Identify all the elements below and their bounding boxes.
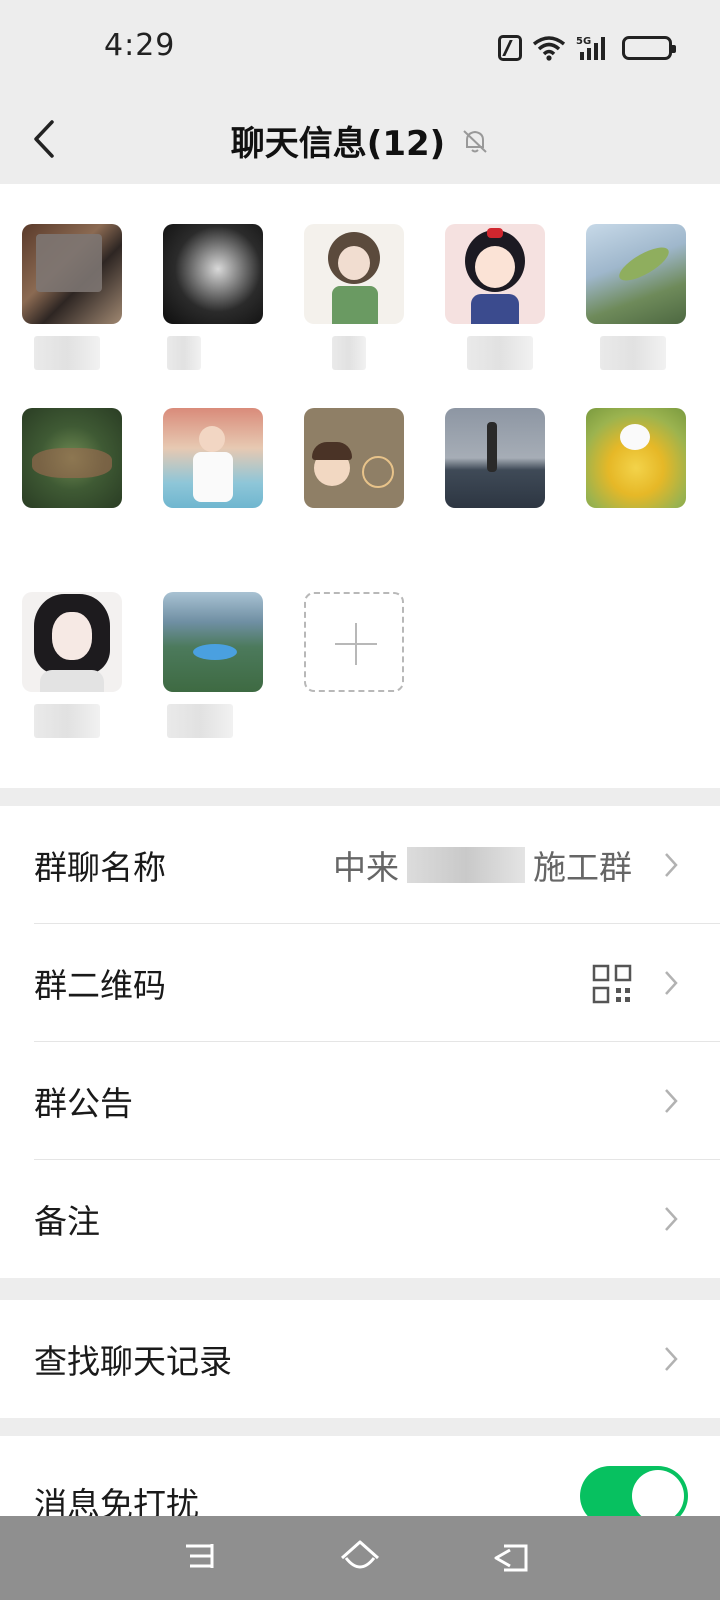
menu-icon[interactable] [180, 1536, 224, 1580]
member-item[interactable] [304, 408, 404, 554]
group-name-redacted [407, 847, 525, 883]
add-member-button[interactable] [304, 592, 404, 692]
nfc-icon [498, 35, 522, 61]
status-bar: 4:29 5G [0, 0, 720, 96]
group-name-value: 中来 施工群 [333, 841, 632, 889]
member-avatar[interactable] [163, 408, 263, 508]
remark-row[interactable]: 备注 [0, 1160, 720, 1278]
member-item[interactable] [445, 224, 545, 370]
mute-section: 消息免打扰 [0, 1436, 720, 1516]
cellular-signal-icon: 5G [576, 36, 605, 60]
member-item[interactable] [586, 408, 686, 554]
member-item[interactable] [445, 408, 545, 554]
system-nav-bar [0, 1516, 720, 1600]
remark-label: 备注 [34, 1202, 100, 1241]
member-item[interactable] [163, 408, 263, 554]
wifi-icon [532, 36, 566, 61]
member-avatar[interactable] [445, 408, 545, 508]
group-name-label: 群聊名称 [34, 848, 166, 887]
member-avatar[interactable] [445, 224, 545, 324]
member-item[interactable] [163, 592, 263, 738]
member-avatar[interactable] [22, 592, 122, 692]
member-item[interactable] [22, 592, 122, 738]
group-notice-row[interactable]: 群公告 [0, 1042, 720, 1160]
mute-bell-icon [463, 129, 487, 153]
chevron-right-icon [665, 853, 678, 877]
group-name-suffix: 施工群 [533, 848, 632, 887]
group-name-prefix: 中来 [333, 848, 399, 887]
member-avatar[interactable] [586, 224, 686, 324]
member-name-blurred [34, 704, 100, 738]
member-avatar[interactable] [22, 408, 122, 508]
page-title: 聊天信息(12) [230, 124, 446, 164]
member-item[interactable] [22, 224, 122, 370]
mute-toggle[interactable] [580, 1466, 688, 1516]
chevron-right-icon [665, 1347, 678, 1371]
battery-icon [622, 36, 676, 60]
member-name-blurred [34, 336, 100, 370]
header: 聊天信息(12) [0, 96, 720, 184]
members-panel [0, 184, 720, 788]
chevron-right-icon [665, 971, 678, 995]
member-name-blurred [167, 336, 201, 370]
member-item[interactable] [586, 224, 686, 370]
member-avatar[interactable] [304, 224, 404, 324]
status-time: 4:29 [104, 28, 176, 63]
group-name-row[interactable]: 群聊名称 中来 施工群 [0, 806, 720, 924]
member-avatar[interactable] [304, 408, 404, 508]
mute-row: 消息免打扰 [0, 1436, 720, 1516]
member-item[interactable] [22, 408, 122, 554]
group-qr-label: 群二维码 [34, 966, 166, 1005]
mute-label: 消息免打扰 [34, 1485, 199, 1516]
chevron-right-icon [665, 1089, 678, 1113]
qr-code-icon [592, 964, 632, 1004]
search-history-row[interactable]: 查找聊天记录 [0, 1300, 720, 1418]
toggle-knob [632, 1470, 684, 1516]
network-type: 5G [576, 36, 591, 47]
member-item[interactable] [163, 224, 263, 370]
member-avatar[interactable] [586, 408, 686, 508]
home-icon[interactable] [338, 1536, 382, 1580]
group-info-section: 群聊名称 中来 施工群 群二维码 群公告 备注 [0, 806, 720, 1278]
search-history-label: 查找聊天记录 [34, 1342, 232, 1381]
status-icons: 5G [498, 30, 676, 66]
member-item[interactable] [304, 224, 404, 370]
group-qr-row[interactable]: 群二维码 [0, 924, 720, 1042]
member-name-blurred [167, 704, 233, 738]
member-name-blurred [600, 336, 666, 370]
member-avatar[interactable] [163, 592, 263, 692]
member-name-blurred [332, 336, 366, 370]
member-avatar[interactable] [22, 224, 122, 324]
member-avatar[interactable] [163, 224, 263, 324]
member-name-blurred [467, 336, 533, 370]
group-notice-label: 群公告 [34, 1084, 133, 1123]
search-section: 查找聊天记录 [0, 1300, 720, 1418]
chevron-right-icon [665, 1207, 678, 1231]
back-nav-icon[interactable] [490, 1536, 534, 1580]
